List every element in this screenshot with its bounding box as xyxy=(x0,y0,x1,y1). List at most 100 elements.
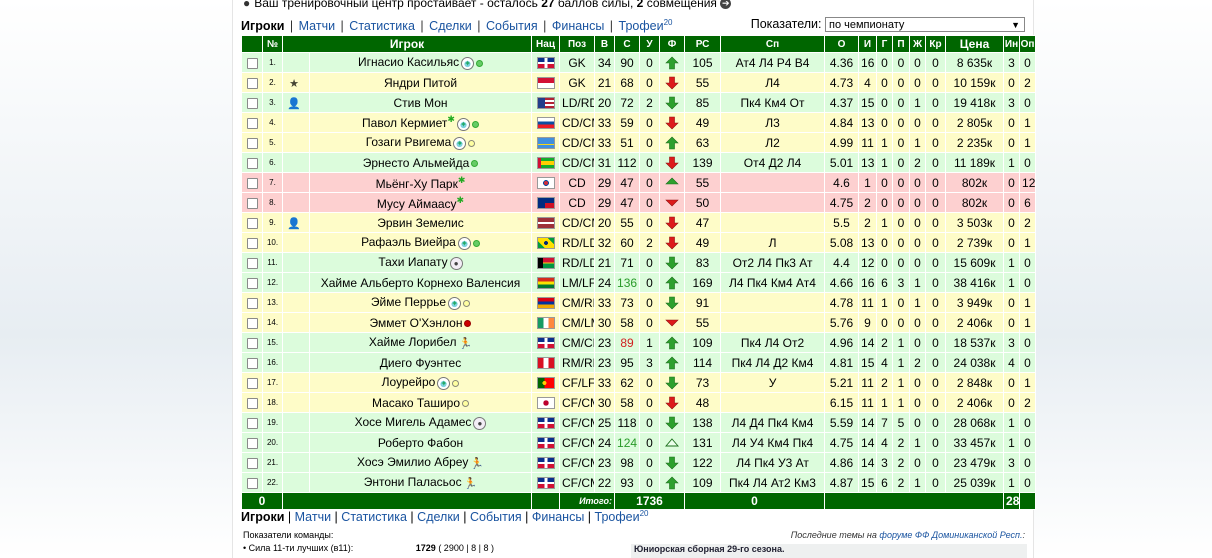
nav-finance[interactable]: Финансы xyxy=(552,19,604,33)
player-name-link[interactable]: Хайме Альберто Корнехо Валенсия xyxy=(321,276,521,290)
row-checkbox[interactable] xyxy=(246,417,258,429)
metric-select[interactable]: по чемпионату ▼ xyxy=(825,17,1025,33)
player-name-link[interactable]: Роберто Фабон xyxy=(378,436,463,450)
header-position[interactable]: Поз xyxy=(559,35,596,53)
header-fatigue[interactable]: У xyxy=(639,35,661,53)
table-row[interactable]: 18.Масако ТашироCF/CM30580486.151111002 … xyxy=(241,392,1037,413)
nav-matches[interactable]: Матчи xyxy=(299,19,335,33)
row-checkbox[interactable] xyxy=(246,237,258,249)
table-row[interactable]: 8. Мусу Аймаасу✱ CD 29 47 0 50 4.75 2 0 0 0 0 802к 0 6 xyxy=(241,192,1037,213)
row-checkbox[interactable] xyxy=(246,117,258,129)
header-games[interactable]: И xyxy=(858,35,878,53)
row-checkbox[interactable] xyxy=(246,357,258,369)
player-name-link[interactable]: Лоурейро xyxy=(382,375,436,389)
row-checkbox[interactable] xyxy=(246,277,258,289)
table-row[interactable]: 14.Эммет О'ХэнлонCM/LM30580555.76900002 … xyxy=(241,312,1037,333)
header-nation[interactable]: Нац xyxy=(531,35,561,53)
header-in[interactable]: Ин xyxy=(1003,35,1021,53)
table-row[interactable]: 4.Павол Кермиет✱✦CD/CM3359049Л34.8413000… xyxy=(241,112,1037,133)
player-name-link[interactable]: Тахи Иапату xyxy=(378,255,447,269)
row-checkbox[interactable] xyxy=(246,457,258,469)
player-name-link[interactable]: Хосэ Эмилио Абреу xyxy=(357,455,468,469)
row-checkbox[interactable] xyxy=(246,477,258,489)
nav-events[interactable]: События xyxy=(486,19,538,33)
player-name-link[interactable]: Эммет О'Хэнлон xyxy=(370,316,463,330)
player-name-link[interactable]: Мусу Аймаасу xyxy=(377,197,457,211)
arrow-right-icon[interactable]: ➔ xyxy=(720,0,732,10)
table-row[interactable]: 22.Энтони Паласьос🏃CF/CM22930109Пк4 Л4 А… xyxy=(241,472,1037,493)
table-row[interactable]: 9.👤Эрвин ЗемелисCD/CM20550475.5210003 50… xyxy=(241,212,1037,233)
player-name-link[interactable]: Энтони Паласьос xyxy=(364,475,462,489)
header-age[interactable]: В xyxy=(594,35,616,53)
header-red[interactable]: Кр xyxy=(925,35,947,53)
row-checkbox[interactable] xyxy=(246,257,258,269)
header-form[interactable]: Ф xyxy=(659,35,686,53)
header-yellow[interactable]: Ж xyxy=(909,35,927,53)
player-name-link[interactable]: Рафаэль Виейра xyxy=(361,235,456,249)
player-name-link[interactable]: Эйме Перрье xyxy=(371,295,446,309)
row-checkbox[interactable] xyxy=(246,297,258,309)
row-checkbox[interactable] xyxy=(246,317,258,329)
player-name-link[interactable]: Стив Мон xyxy=(394,96,448,110)
row-checkbox[interactable] xyxy=(246,137,258,149)
player-name-link[interactable]: Игнасио Касильяс xyxy=(358,55,459,69)
header-number[interactable]: № xyxy=(262,35,283,53)
table-row[interactable]: 11. Тахи Иапату ● RD/LD 21 71 0 83 От2 Л4 Пк3 Ат… xyxy=(241,252,1037,273)
player-name-link[interactable]: Гозаги Рвигема xyxy=(366,135,452,149)
bottom-nav-matches[interactable]: Матчи xyxy=(295,510,331,524)
player-name-link[interactable]: Яндри Питой xyxy=(384,76,457,90)
nav-deals[interactable]: Сделки xyxy=(429,19,472,33)
nav-players[interactable]: Игроки xyxy=(241,19,284,33)
player-name-link[interactable]: Эрнесто Альмейда xyxy=(363,156,470,170)
player-name-link[interactable]: Эрвин Земелис xyxy=(377,216,464,230)
table-row[interactable]: 21.Хосэ Эмилио Абреу🏃CF/CM23980122Л4 Пк4… xyxy=(241,452,1037,473)
table-row[interactable]: 10. Рафаэль Виейра ✦ RD/LD 32 60 2 49 Л 5.08 13 0 0 0… xyxy=(241,232,1037,253)
table-row[interactable]: 7. Мьёнг-Ху Парк✱ CD 29 47 0 55 4.6 1 0 0 0 0 802к 0 12 xyxy=(241,172,1037,193)
forum-link[interactable]: форуме ФФ Доминиканской Респ. xyxy=(879,530,1022,540)
row-checkbox[interactable] xyxy=(246,57,258,69)
header-rating[interactable]: О xyxy=(824,35,860,53)
table-row[interactable]: 6.Эрнесто АльмейдаCD/CM311120139От4 Д2 Л… xyxy=(241,152,1037,173)
table-row[interactable]: 5.Гозаги Рвигема✦CD/CM3351063Л24.9911101… xyxy=(241,132,1037,153)
table-row[interactable]: 16. Диего Фуэнтес RM/RF23953 114Пк4 Л4 Д2 К… xyxy=(241,352,1037,373)
player-name-link[interactable]: Мьёнг-Ху Парк xyxy=(376,177,458,191)
player-name-link[interactable]: Масако Таширо xyxy=(372,396,460,410)
nav-stats[interactable]: Статистика xyxy=(349,19,415,33)
player-name-link[interactable]: Хайме Лорибел xyxy=(369,335,457,349)
bottom-nav-trophies[interactable]: Трофеи xyxy=(595,510,640,524)
table-row[interactable]: 2. ★ Яндри Питой GK 21 68 0 55 Л4 4.73 4 0 0 0 0 10 159… xyxy=(241,72,1037,93)
news-topic[interactable]: Юниорская сборная 29-го сезона. xyxy=(631,544,1027,558)
bottom-nav-deals[interactable]: Сделки xyxy=(417,510,460,524)
row-checkbox[interactable] xyxy=(246,97,258,109)
header-price[interactable]: Цена xyxy=(945,35,1005,53)
bottom-nav-events[interactable]: События xyxy=(470,510,522,524)
table-row[interactable]: 1. Игнасио Касильяс ✦ GK 34 90 0 105 Ат4 Л4 Р4 В… xyxy=(241,52,1037,73)
table-row[interactable]: 3. 👤 Стив Мон LD/RD 20 72 2 85 Пк4 Км4 От 4.37 15 0… xyxy=(241,92,1037,113)
row-checkbox[interactable] xyxy=(246,437,258,449)
header-player[interactable]: Игрок xyxy=(281,35,533,53)
table-row[interactable]: 15.Хайме Лорибел🏃CM/CD23891109Пк4 Л4 От2… xyxy=(241,332,1037,353)
player-name-link[interactable]: Диего Фуэнтес xyxy=(380,356,461,370)
header-real-strength[interactable]: РС xyxy=(684,35,722,53)
table-row[interactable]: 19.Хосе Мигель Адамес●CF/CM251180138Л4 Д… xyxy=(241,412,1037,433)
row-checkbox[interactable] xyxy=(246,397,258,409)
header-abilities[interactable]: Сп xyxy=(720,35,826,53)
row-checkbox[interactable] xyxy=(246,157,258,169)
row-checkbox[interactable] xyxy=(246,77,258,89)
table-row[interactable]: 12. Хайме Альберто Корнехо Валенсия LM/LF 2… xyxy=(241,272,1037,293)
row-checkbox[interactable] xyxy=(246,217,258,229)
row-checkbox[interactable] xyxy=(246,177,258,189)
header-assists[interactable]: П xyxy=(892,35,911,53)
row-checkbox[interactable] xyxy=(246,377,258,389)
bottom-nav-players[interactable]: Игроки xyxy=(241,510,284,524)
player-name-link[interactable]: Павол Кермиет xyxy=(362,116,447,130)
header-strength[interactable]: С xyxy=(614,35,641,53)
table-row[interactable]: 17. Лоурейро ✦ CF/LF 33 62 0 73 У 5.21 11 2 1 0 0 2 848… xyxy=(241,372,1037,393)
bottom-nav-stats[interactable]: Статистика xyxy=(341,510,407,524)
table-row[interactable]: 20.Роберто ФабонCF/CM241240131Л4 У4 Км4 … xyxy=(241,432,1037,453)
table-row[interactable]: 13.Эйме Перрье✦CM/RM33730914.781110103 9… xyxy=(241,292,1037,313)
header-op[interactable]: Оп xyxy=(1019,35,1037,53)
row-checkbox[interactable] xyxy=(246,197,258,209)
header-goals[interactable]: Г xyxy=(876,35,894,53)
player-name-link[interactable]: Хосе Мигель Адамес xyxy=(355,415,472,429)
